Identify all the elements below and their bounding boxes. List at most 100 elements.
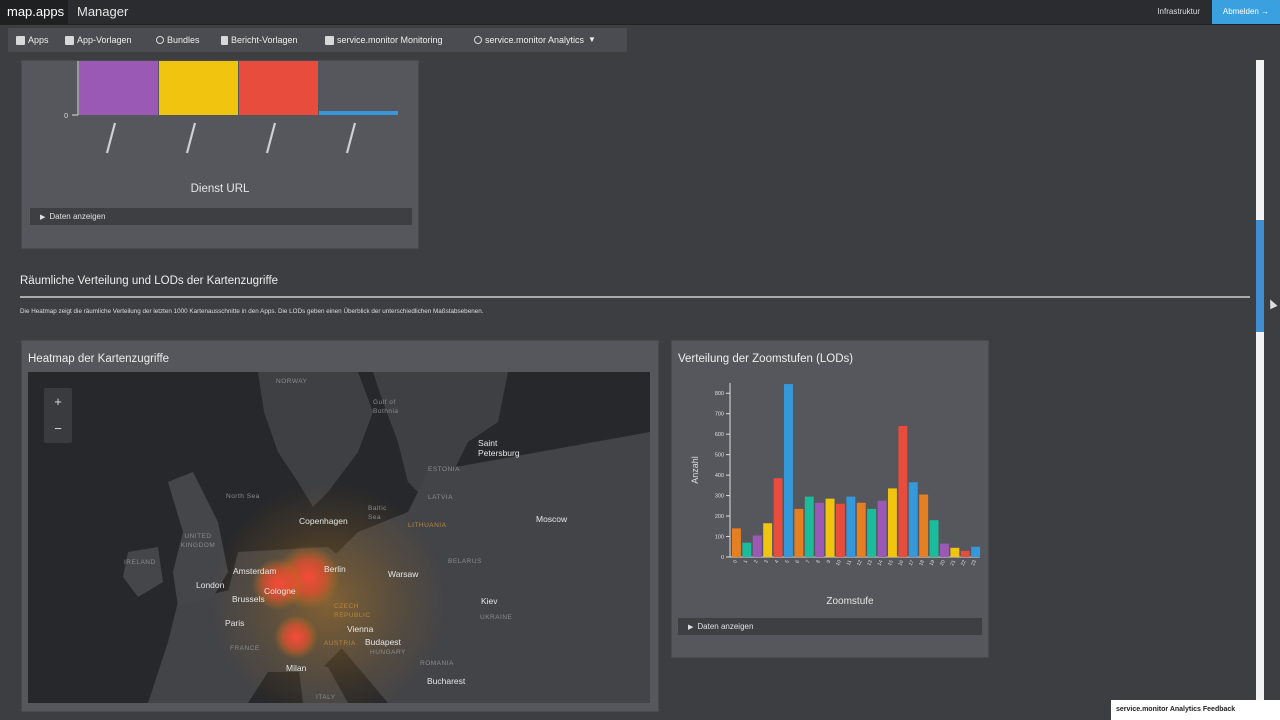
country-label: LATVIA <box>428 494 453 501</box>
toolbar-analytics-label: service.monitor Analytics <box>485 35 585 45</box>
lod-x-tick-label: 11 <box>846 559 854 566</box>
monitoring-icon <box>325 35 334 45</box>
y-tick-label: 600 <box>715 432 724 438</box>
app-templates-icon <box>65 35 74 45</box>
city-label: Brussels <box>232 594 265 604</box>
y-tick-label: 200 <box>715 514 724 520</box>
land-ireland <box>123 547 163 597</box>
heatmap-map[interactable]: + − Gulf of Bothnia North Sea Baltic Sea… <box>28 372 650 703</box>
bar-1[interactable] <box>159 61 238 115</box>
logout-button[interactable]: Abmelden → <box>1212 0 1280 24</box>
lod-bar-23[interactable] <box>971 546 981 557</box>
lod-x-tick-label: 19 <box>929 559 937 567</box>
zoom-out-button[interactable]: − <box>44 415 72 442</box>
lod-bar-6[interactable] <box>794 508 804 557</box>
lod-bar-4[interactable] <box>773 478 783 557</box>
country-label: ESTONIA <box>428 466 460 473</box>
show-data-toggle-lod[interactable]: ▶ Daten anzeigen <box>678 618 982 635</box>
apps-icon <box>16 35 25 45</box>
bar-2[interactable] <box>239 61 318 115</box>
lod-bar-20[interactable] <box>940 543 949 557</box>
toolbar-app-templates-label: App-Vorlagen <box>77 35 132 45</box>
toolbar-monitoring-label: service.monitor Monitoring <box>337 35 443 45</box>
lod-x-tick-label: 16 <box>897 559 905 567</box>
city-label: Saint Petersburg <box>478 438 520 458</box>
lod-bar-11[interactable] <box>846 496 856 557</box>
infrastructure-link[interactable]: Infrastruktur <box>1157 0 1200 24</box>
toolbar-monitoring[interactable]: service.monitor Monitoring <box>325 28 443 52</box>
x-axis-label: Zoomstufe <box>826 596 874 607</box>
y-tick-label: 0 <box>721 555 724 561</box>
x-tick-label-0 <box>105 122 117 154</box>
city-label: London <box>196 580 225 590</box>
section-description: Die Heatmap zeigt die räumliche Verteilu… <box>20 308 484 315</box>
city-label: Bucharest <box>427 676 466 686</box>
y-tick-label: 500 <box>715 453 724 459</box>
feedback-button[interactable]: service.monitor Analytics Feedback <box>1111 700 1280 720</box>
lod-bar-15[interactable] <box>888 488 897 557</box>
country-label: AUSTRIA <box>324 640 356 647</box>
sea-label: Baltic Sea <box>368 505 387 521</box>
map-basemap <box>123 372 650 703</box>
lod-x-tick-label: 10 <box>835 559 843 567</box>
lod-bar-17[interactable] <box>908 482 918 557</box>
zoom-control: + − <box>44 388 72 443</box>
lod-bar-10[interactable] <box>836 503 845 557</box>
brand-logo[interactable]: map.apps <box>0 0 68 24</box>
country-label: NORWAY <box>276 378 308 385</box>
chevron-down-icon: ▼ <box>588 35 596 44</box>
y-axis-label: Anzahl <box>690 456 700 484</box>
lod-x-tick-label: 13 <box>866 559 874 567</box>
sea-label: North Sea <box>226 493 260 500</box>
lod-bar-1[interactable] <box>742 542 752 557</box>
city-label: Warsaw <box>388 569 419 579</box>
y-tick-label: 100 <box>715 535 724 541</box>
lod-bar-9[interactable] <box>825 498 835 557</box>
lod-x-tick-label: 12 <box>856 559 864 567</box>
toolbar-app-templates[interactable]: App-Vorlagen <box>65 28 132 52</box>
scrollbar-thumb[interactable] <box>1256 220 1264 332</box>
lod-bar-16[interactable] <box>898 425 908 557</box>
lod-bar-14[interactable] <box>877 500 887 557</box>
country-label: IRELAND <box>124 559 156 566</box>
logout-icon: → <box>1261 7 1270 16</box>
lod-x-tick-label: 3 <box>763 559 770 564</box>
triangle-right-icon: ▶ <box>40 214 46 221</box>
lod-bar-8[interactable] <box>815 502 825 557</box>
lod-bar-7[interactable] <box>804 496 814 557</box>
toolbar-apps[interactable]: Apps <box>16 28 49 52</box>
lod-x-tick-label: 9 <box>826 559 833 564</box>
lod-bar-21[interactable] <box>950 547 960 557</box>
scrollbar-track[interactable] <box>1256 60 1264 706</box>
lod-bar-0[interactable] <box>732 528 741 557</box>
country-label: HUNGARY <box>370 649 406 656</box>
lod-bar-3[interactable] <box>763 523 773 557</box>
show-data-label-top: Daten anzeigen <box>49 212 106 221</box>
toolbar-report-templates[interactable]: Bericht-Vorlagen <box>221 28 298 52</box>
lod-bar-22[interactable] <box>960 550 970 557</box>
show-data-toggle-top[interactable]: ▶ Daten anzeigen <box>30 208 412 225</box>
toolbar-analytics[interactable]: service.monitor Analytics ▼ <box>474 28 596 52</box>
city-label: Budapest <box>365 637 401 647</box>
zoom-in-button[interactable]: + <box>44 388 72 415</box>
toolbar-bundles[interactable]: Bundles <box>156 28 200 52</box>
lod-bar-13[interactable] <box>867 508 877 557</box>
toolbar-apps-label: Apps <box>28 35 49 45</box>
lod-bar-2[interactable] <box>752 535 762 557</box>
bar-3[interactable] <box>319 111 398 115</box>
bar-0[interactable] <box>79 61 158 115</box>
lod-chart-panel: Verteilung der Zoomstufen (LODs) 0 100 200… <box>671 340 989 658</box>
lod-chart-title: Verteilung der Zoomstufen (LODs) <box>678 353 854 365</box>
mouse-cursor-icon <box>1266 297 1278 310</box>
lod-x-tick-label: 17 <box>908 559 916 567</box>
lod-x-tick-label: 5 <box>784 559 791 564</box>
lod-bar-19[interactable] <box>929 520 939 557</box>
y-tick-label-0: 0 <box>64 113 68 120</box>
y-tick-label: 300 <box>715 494 724 500</box>
section-title: Räumliche Verteilung und LODs der Karten… <box>20 275 279 287</box>
lod-bar-12[interactable] <box>856 502 866 557</box>
logout-label: Abmelden <box>1222 7 1259 16</box>
lod-bar-5[interactable] <box>784 384 793 557</box>
y-tick-label: 400 <box>715 473 724 479</box>
lod-bar-18[interactable] <box>919 494 929 557</box>
